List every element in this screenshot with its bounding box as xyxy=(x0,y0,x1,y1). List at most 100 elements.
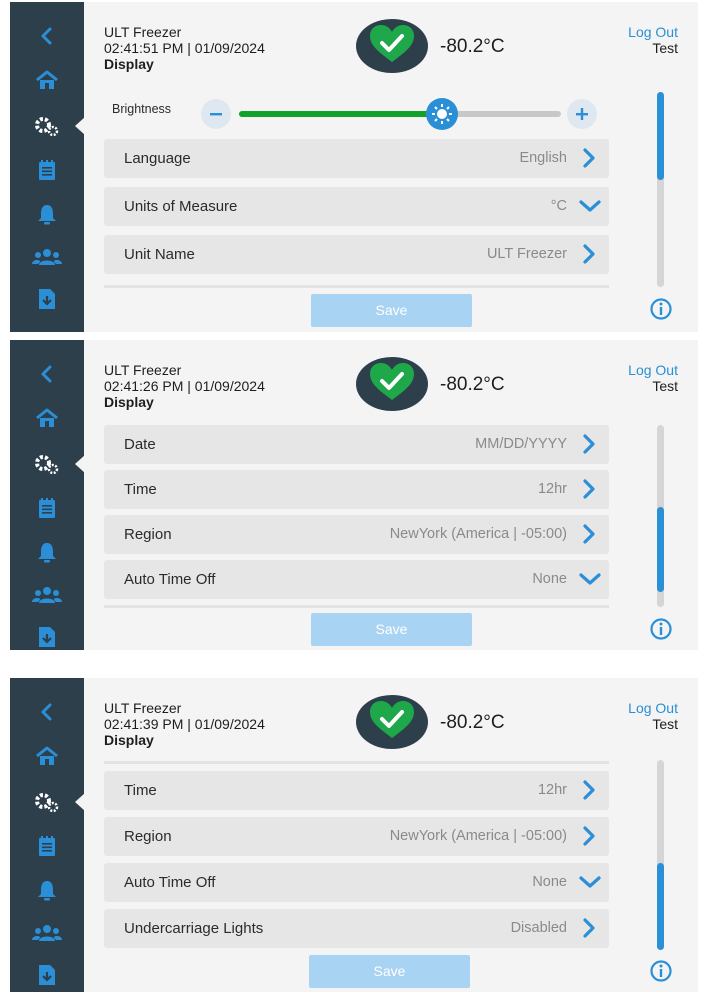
scrollbar-thumb[interactable] xyxy=(657,862,664,950)
nav-back-chevron-button[interactable] xyxy=(10,354,84,394)
setting-value: NewYork (America | -05:00) xyxy=(389,526,567,542)
setting-value: None xyxy=(532,874,567,890)
nav-alarm-bell-button[interactable] xyxy=(10,870,84,910)
screen-panel: ULT Freezer 02:41:39 PM | 01/09/2024 Displ… xyxy=(10,678,698,992)
users-group-icon xyxy=(32,923,62,943)
logout-link[interactable]: Log Out xyxy=(628,24,678,40)
setting-label: Unit Name xyxy=(124,246,195,263)
nav-calendar-log-button[interactable] xyxy=(10,826,84,866)
brightness-knob[interactable] xyxy=(425,98,458,130)
setting-row-region[interactable]: Region NewYork (America | -05:00) xyxy=(104,817,609,856)
nav-back-chevron-button[interactable] xyxy=(10,692,84,732)
chevron-right-icon[interactable] xyxy=(579,826,599,846)
nav-home-button[interactable] xyxy=(10,736,84,776)
save-button[interactable]: Save xyxy=(311,294,472,327)
chevron-right-icon[interactable] xyxy=(579,479,599,499)
logout-link[interactable]: Log Out xyxy=(628,362,678,378)
download-file-icon xyxy=(37,964,57,986)
list-divider xyxy=(104,761,609,764)
unit-name: ULT Freezer xyxy=(104,362,182,378)
brightness-increase-button[interactable] xyxy=(567,99,597,129)
info-icon[interactable] xyxy=(650,960,672,982)
save-button[interactable]: Save xyxy=(311,613,472,646)
timestamp: 02:41:51 PM | 01/09/2024 xyxy=(104,40,265,56)
nav-home-button[interactable] xyxy=(10,398,84,438)
nav-users-group-button[interactable] xyxy=(10,575,84,615)
nav-back-chevron-button[interactable] xyxy=(10,16,84,56)
setting-row-unit-name[interactable]: Unit Name ULT Freezer xyxy=(104,235,609,274)
scrollbar-track[interactable] xyxy=(657,92,664,287)
users-group-icon xyxy=(32,247,62,267)
setting-label: Region xyxy=(124,526,172,543)
status-badge xyxy=(356,695,428,749)
heart-check-icon xyxy=(367,24,417,69)
temperature-readout: -80.2°C xyxy=(440,36,505,57)
setting-label: Auto Time Off xyxy=(124,571,216,588)
setting-value: None xyxy=(532,571,567,587)
setting-label: Time xyxy=(124,782,157,799)
setting-row-time[interactable]: Time 12hr xyxy=(104,771,609,810)
setting-value: English xyxy=(519,150,567,166)
setting-row-region[interactable]: Region NewYork (America | -05:00) xyxy=(104,515,609,554)
list-divider xyxy=(104,605,609,608)
setting-value: NewYork (America | -05:00) xyxy=(389,828,567,844)
plus-icon xyxy=(567,108,597,133)
nav-settings-gears-button[interactable] xyxy=(10,444,84,484)
nav-calendar-log-button[interactable] xyxy=(10,150,84,190)
active-nav-pointer xyxy=(75,793,85,811)
unit-name: ULT Freezer xyxy=(104,700,182,716)
setting-row-date[interactable]: Date MM/DD/YYYY xyxy=(104,425,609,464)
chevron-down-icon[interactable] xyxy=(579,196,601,216)
nav-download-file-button[interactable] xyxy=(10,279,84,319)
settings-gears-icon xyxy=(33,115,61,137)
nav-settings-gears-button[interactable] xyxy=(10,782,84,822)
scrollbar-thumb[interactable] xyxy=(657,506,664,593)
logout-link[interactable]: Log Out xyxy=(628,700,678,716)
home-icon xyxy=(35,69,59,91)
chevron-right-icon[interactable] xyxy=(579,918,599,938)
setting-row-auto-time-off[interactable]: Auto Time Off None xyxy=(104,560,609,599)
chevron-down-icon[interactable] xyxy=(579,872,601,892)
nav-calendar-log-button[interactable] xyxy=(10,488,84,528)
chevron-right-icon[interactable] xyxy=(579,434,599,454)
setting-value: 12hr xyxy=(537,782,567,798)
chevron-right-icon[interactable] xyxy=(579,148,599,168)
back-chevron-icon xyxy=(37,364,57,384)
info-icon[interactable] xyxy=(650,298,672,320)
nav-alarm-bell-button[interactable] xyxy=(10,194,84,234)
chevron-right-icon[interactable] xyxy=(579,244,599,264)
user-name: Test xyxy=(652,378,678,394)
nav-download-file-button[interactable] xyxy=(10,955,84,992)
scrollbar-track[interactable] xyxy=(657,760,664,950)
user-name: Test xyxy=(652,40,678,56)
setting-row-language[interactable]: Language English xyxy=(104,139,609,178)
home-icon xyxy=(35,407,59,429)
setting-row-undercarriage-lights[interactable]: Undercarriage Lights Disabled xyxy=(104,909,609,948)
temperature-readout: -80.2°C xyxy=(440,374,505,395)
nav-alarm-bell-button[interactable] xyxy=(10,532,84,572)
setting-row-auto-time-off[interactable]: Auto Time Off None xyxy=(104,863,609,902)
scrollbar-thumb[interactable] xyxy=(657,92,664,180)
info-icon[interactable] xyxy=(650,618,672,640)
brightness-track[interactable] xyxy=(239,111,561,117)
scrollbar-track[interactable] xyxy=(657,425,664,607)
nav-download-file-button[interactable] xyxy=(10,617,84,650)
save-button[interactable]: Save xyxy=(309,955,470,988)
nav-users-group-button[interactable] xyxy=(10,237,84,277)
settings-gears-icon xyxy=(33,791,61,813)
nav-home-button[interactable] xyxy=(10,60,84,100)
list-divider xyxy=(104,285,609,288)
nav-settings-gears-button[interactable] xyxy=(10,106,84,146)
nav-users-group-button[interactable] xyxy=(10,913,84,953)
setting-value: °C xyxy=(550,198,567,214)
back-chevron-icon xyxy=(37,26,57,46)
chevron-right-icon[interactable] xyxy=(579,780,599,800)
brightness-decrease-button[interactable] xyxy=(201,99,231,129)
download-file-icon xyxy=(37,626,57,648)
brightness-label: Brightness xyxy=(112,102,172,116)
unit-name: ULT Freezer xyxy=(104,24,182,40)
chevron-right-icon[interactable] xyxy=(579,524,599,544)
setting-row-units-of-measure[interactable]: Units of Measure °C xyxy=(104,187,609,226)
setting-row-time[interactable]: Time 12hr xyxy=(104,470,609,509)
chevron-down-icon[interactable] xyxy=(579,569,601,589)
